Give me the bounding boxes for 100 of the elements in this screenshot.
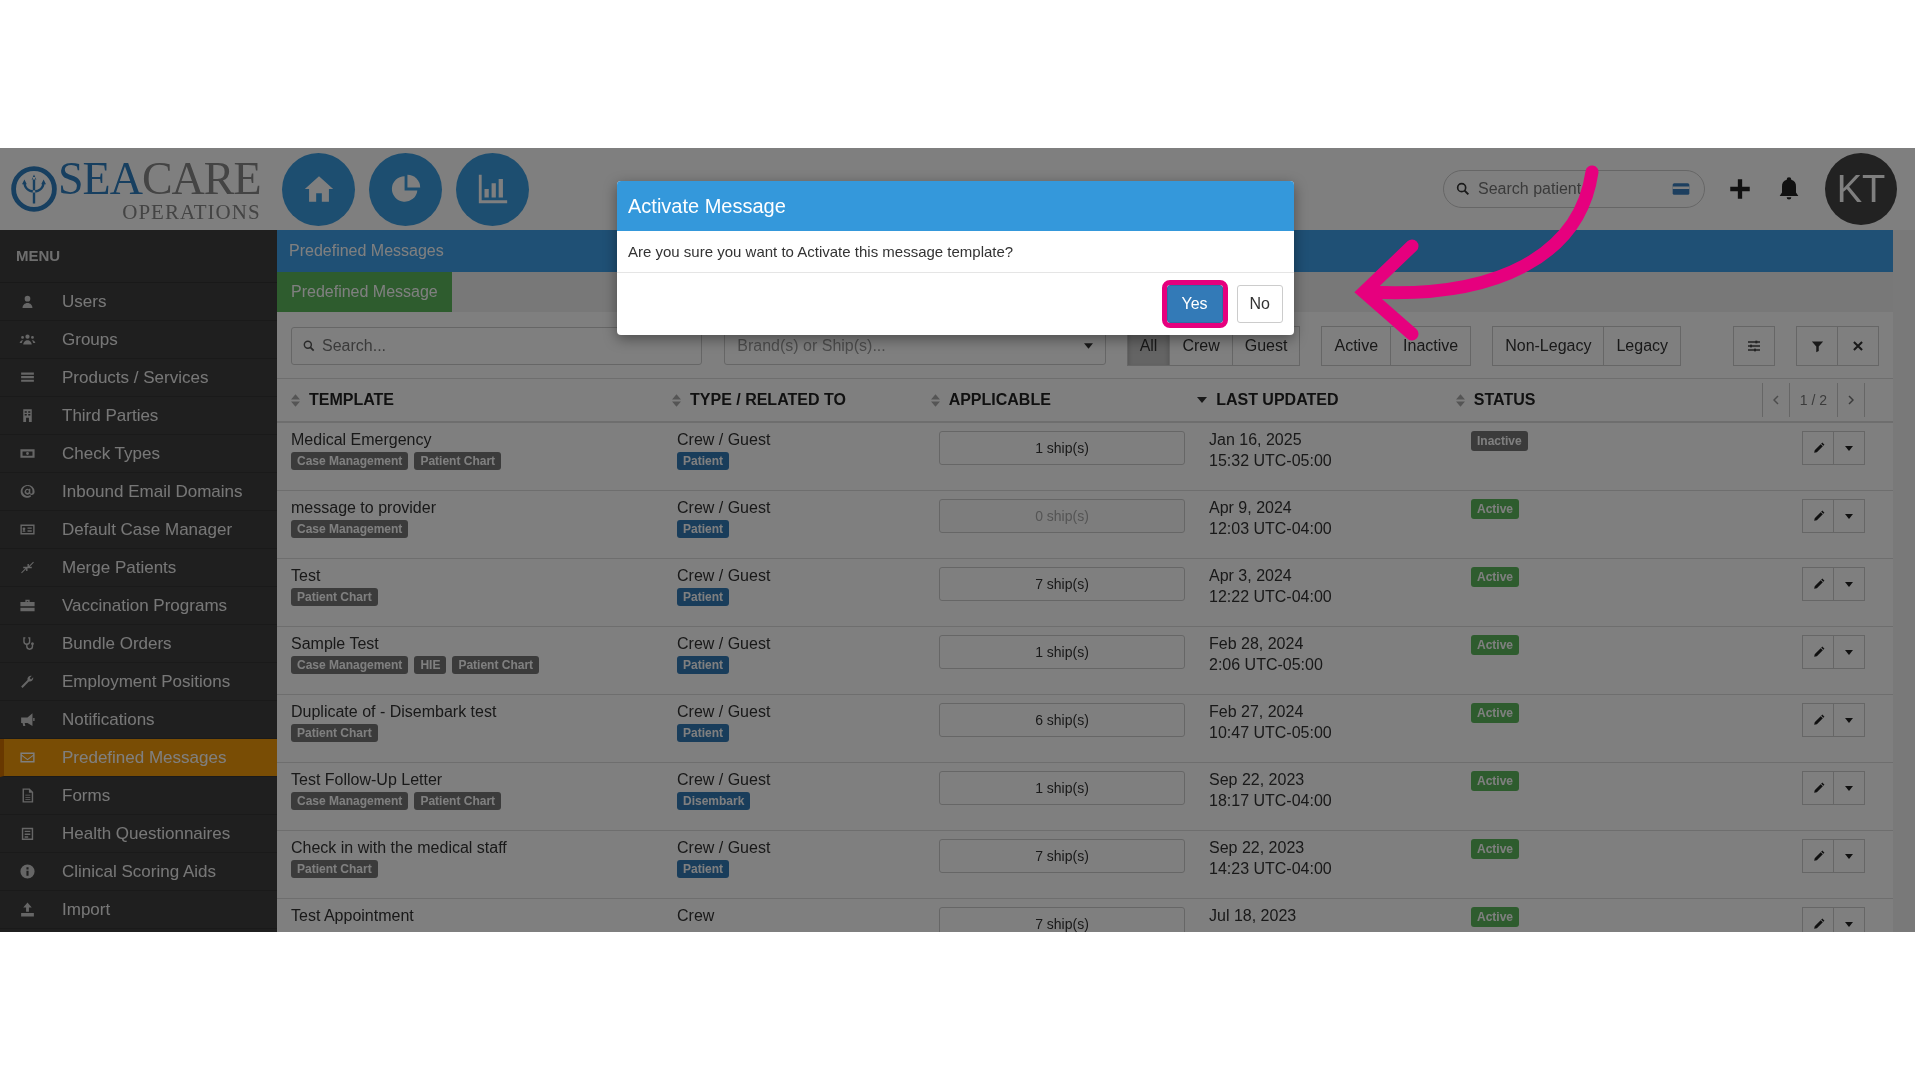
next-page-button[interactable]: [1837, 383, 1865, 417]
applicable-ships-button[interactable]: 7 ship(s): [939, 839, 1185, 873]
sidebar-item[interactable]: Forms: [0, 777, 277, 815]
patient-search-field[interactable]: Search patient: [1443, 170, 1705, 208]
template-name[interactable]: Check in with the medical staff: [291, 839, 677, 857]
edit-button[interactable]: [1802, 907, 1834, 932]
trident-logo-icon: [10, 165, 58, 213]
status-badge: Active: [1471, 907, 1520, 927]
applicable-ships-button[interactable]: 1 ship(s): [939, 771, 1185, 805]
column-header[interactable]: TYPE / RELATED TO: [690, 391, 846, 409]
search-field[interactable]: Search...: [291, 327, 703, 365]
menu-icon: [19, 711, 36, 728]
sidebar-item[interactable]: Inbound Email Domains: [0, 473, 277, 511]
related-tag: Patient: [677, 452, 729, 470]
filter-toggle[interactable]: Legacy: [1603, 326, 1682, 366]
updated-date: Jan 16, 2025: [1209, 431, 1303, 449]
applicable-ships-button[interactable]: 1 ship(s): [939, 431, 1185, 465]
column-header[interactable]: TEMPLATE: [309, 391, 395, 409]
dropdown-button[interactable]: [1833, 567, 1865, 601]
caret-icon: [1845, 513, 1853, 519]
dropdown-button[interactable]: [1833, 635, 1865, 669]
template-name[interactable]: Test: [291, 567, 677, 585]
column-header[interactable]: APPLICABLE: [948, 391, 1051, 409]
sort-icon[interactable]: [1455, 393, 1465, 407]
sort-icon[interactable]: [672, 393, 681, 407]
sidebar-item[interactable]: Import: [0, 891, 277, 929]
column-header[interactable]: LAST UPDATED: [1216, 391, 1339, 409]
pencil-icon: [1811, 509, 1825, 523]
edit-button[interactable]: [1802, 567, 1834, 601]
applicable-ships-button[interactable]: 7 ship(s): [939, 907, 1185, 932]
sidebar-item[interactable]: Bundle Orders: [0, 625, 277, 663]
template-name[interactable]: Duplicate of - Disembark test: [291, 703, 677, 721]
edit-button[interactable]: [1802, 499, 1834, 533]
filter-toggle[interactable]: Active: [1321, 326, 1392, 366]
sidebar-item[interactable]: Default Case Manager: [0, 511, 277, 549]
edit-button[interactable]: [1802, 771, 1834, 805]
dropdown-button[interactable]: [1833, 907, 1865, 932]
sort-desc-icon[interactable]: [1197, 397, 1208, 403]
category-tag: Patient Chart: [291, 724, 378, 742]
sidebar-item[interactable]: Check Types: [0, 435, 277, 473]
sidebar-item[interactable]: Clinical Scoring Aids: [0, 853, 277, 891]
clear-button[interactable]: [1837, 326, 1879, 366]
updated-time: 2:06 UTC-05:00: [1209, 656, 1324, 674]
dropdown-button[interactable]: [1833, 431, 1865, 465]
sort-icon[interactable]: [930, 393, 940, 407]
caret-icon: [1845, 649, 1853, 655]
logo-text: CARE: [141, 152, 261, 204]
pencil-icon: [1811, 713, 1825, 727]
dialog-message: Are you sure you want to Activate this message template?: [617, 231, 1294, 273]
applicable-ships-button[interactable]: 6 ship(s): [939, 703, 1185, 737]
edit-button[interactable]: [1802, 431, 1834, 465]
filter-toggle[interactable]: Inactive: [1390, 326, 1472, 366]
category-tag: Case Management: [291, 520, 409, 538]
cancel-button[interactable]: No: [1236, 285, 1283, 323]
dropdown-button[interactable]: [1833, 703, 1865, 737]
sidebar-item[interactable]: Products / Services: [0, 359, 277, 397]
recipient-type: Crew / Guest: [677, 703, 772, 721]
sort-icon[interactable]: [291, 393, 300, 407]
category-tag: HIE: [414, 656, 447, 674]
category-tag: Patient Chart: [414, 452, 502, 470]
user-avatar[interactable]: KT: [1825, 153, 1897, 225]
dropdown-button[interactable]: [1833, 839, 1865, 873]
updated-date: Jul 18, 2023: [1209, 907, 1298, 925]
sidebar-item[interactable]: Vaccination Programs: [0, 587, 277, 625]
status-badge: Active: [1471, 771, 1520, 791]
recipient-type: Crew / Guest: [677, 499, 772, 517]
status-badge: Inactive: [1471, 431, 1528, 451]
template-name[interactable]: Test Appointment: [291, 907, 677, 925]
applicable-ships-button[interactable]: 1 ship(s): [939, 635, 1185, 669]
updated-time: 18:17 UTC-04:00: [1209, 792, 1333, 810]
page-title: Predefined Messages: [289, 242, 444, 260]
menu-icon: [19, 597, 36, 614]
category-tag: Case Management: [291, 452, 409, 470]
sidebar-item[interactable]: Users: [0, 283, 277, 321]
pencil-icon: [1811, 917, 1825, 931]
status-badge: Active: [1471, 635, 1520, 655]
column-header[interactable]: STATUS: [1473, 391, 1536, 409]
pencil-icon: [1811, 577, 1825, 591]
filter-toggle[interactable]: Non-Legacy: [1492, 326, 1605, 366]
scrollbar-track[interactable]: [1893, 230, 1915, 932]
updated-date: Apr 3, 2024: [1209, 567, 1293, 585]
edit-button[interactable]: [1802, 635, 1834, 669]
category-tag: Patient Chart: [452, 656, 540, 674]
related-tag: Disembark: [677, 792, 751, 810]
sidebar-item[interactable]: Health Questionnaires: [0, 815, 277, 853]
settings-button[interactable]: [1733, 326, 1775, 366]
template-name[interactable]: Medical Emergency: [291, 431, 677, 449]
template-name[interactable]: Test Follow-Up Letter: [291, 771, 677, 789]
edit-button[interactable]: [1802, 839, 1834, 873]
applicable-ships-button[interactable]: 7 ship(s): [939, 567, 1185, 601]
filter-button[interactable]: [1796, 326, 1838, 366]
recipient-type: Crew / Guest: [677, 771, 772, 789]
dropdown-button[interactable]: [1833, 499, 1865, 533]
dropdown-button[interactable]: [1833, 771, 1865, 805]
edit-button[interactable]: [1802, 703, 1834, 737]
template-name[interactable]: Sample Test: [291, 635, 677, 653]
sidebar-item[interactable]: Third Parties: [0, 397, 277, 435]
category-tag: Case Management: [291, 656, 409, 674]
menu-icon: [19, 559, 36, 576]
add-icon[interactable]: [1727, 176, 1753, 202]
